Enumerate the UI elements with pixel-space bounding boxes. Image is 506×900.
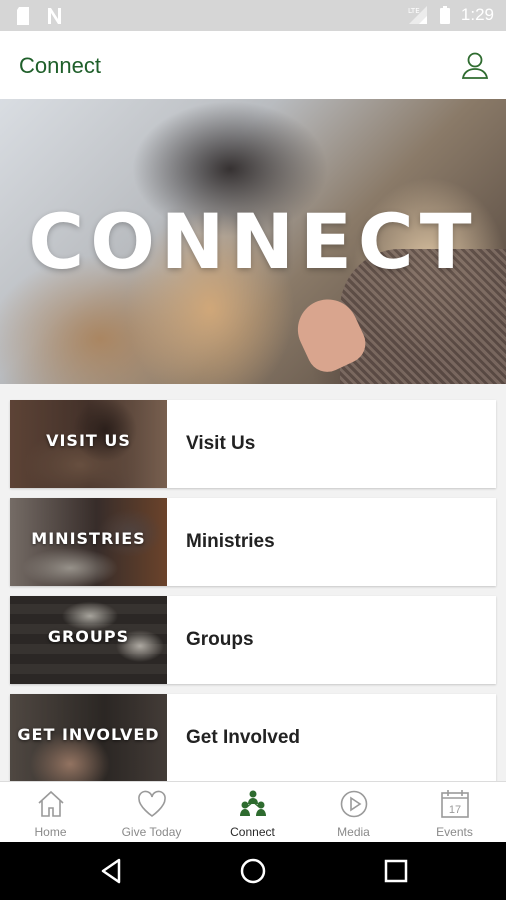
- nav-home[interactable]: Home: [0, 782, 101, 843]
- user-icon[interactable]: [460, 50, 490, 80]
- home-icon: [38, 790, 64, 817]
- notification-n-icon: [48, 8, 61, 24]
- status-time: 1:29: [460, 5, 494, 24]
- nav-label: Media: [337, 825, 370, 839]
- hero-headline: CONNECT: [28, 197, 478, 286]
- home-circle-icon[interactable]: [238, 856, 268, 886]
- list-item-get-involved[interactable]: GET INVOLVED Get Involved: [10, 694, 496, 782]
- list-item-groups[interactable]: GROUPS Groups: [10, 596, 496, 684]
- app-bar: Connect: [0, 31, 506, 100]
- hero-banner: CONNECT: [0, 99, 506, 384]
- battery-icon: [439, 6, 450, 24]
- list-item-label: Ministries: [186, 531, 275, 552]
- system-nav-bar: [0, 842, 506, 900]
- nav-label: Home: [34, 825, 67, 839]
- calendar-day: 17: [449, 804, 461, 816]
- thumbnail-label: GROUPS: [47, 627, 130, 646]
- nav-media[interactable]: Media: [303, 782, 404, 843]
- thumbnail-label: GET INVOLVED: [17, 725, 160, 744]
- status-bar: LTE 1:29: [0, 0, 506, 31]
- heart-icon: [138, 790, 166, 817]
- nav-give-today[interactable]: Give Today: [101, 782, 202, 843]
- sd-card-icon: [17, 7, 29, 25]
- thumbnail-label: VISIT US: [46, 431, 131, 450]
- list-item-label: Get Involved: [186, 727, 301, 748]
- nav-label: Give Today: [121, 825, 182, 839]
- connect-list: VISIT US Visit Us MINISTRIES Ministries …: [10, 400, 496, 792]
- signal-badge: LTE: [408, 7, 420, 15]
- list-item-ministries[interactable]: MINISTRIES Ministries: [10, 498, 496, 586]
- people-icon: [240, 790, 266, 816]
- nav-events[interactable]: 17 Events: [404, 782, 505, 843]
- page-title: Connect: [19, 53, 101, 78]
- back-icon[interactable]: [97, 856, 127, 886]
- signal-icon: LTE: [408, 6, 427, 24]
- play-icon: [340, 790, 368, 818]
- list-item-thumbnail: GET INVOLVED: [10, 694, 167, 782]
- list-item-label: Groups: [186, 629, 254, 650]
- list-item-thumbnail: GROUPS: [10, 596, 167, 684]
- list-item-thumbnail: VISIT US: [10, 400, 167, 488]
- bottom-nav: Home Give Today Connect Media 17 Events: [0, 781, 506, 843]
- calendar-icon: 17: [441, 790, 469, 818]
- list-item-label: Visit Us: [186, 433, 256, 454]
- list-item-visit-us[interactable]: VISIT US Visit Us: [10, 400, 496, 488]
- recents-icon[interactable]: [381, 856, 411, 886]
- list-item-thumbnail: MINISTRIES: [10, 498, 167, 586]
- nav-label: Events: [436, 825, 473, 839]
- nav-connect[interactable]: Connect: [202, 782, 303, 843]
- nav-label: Connect: [230, 825, 275, 839]
- thumbnail-label: MINISTRIES: [31, 529, 146, 548]
